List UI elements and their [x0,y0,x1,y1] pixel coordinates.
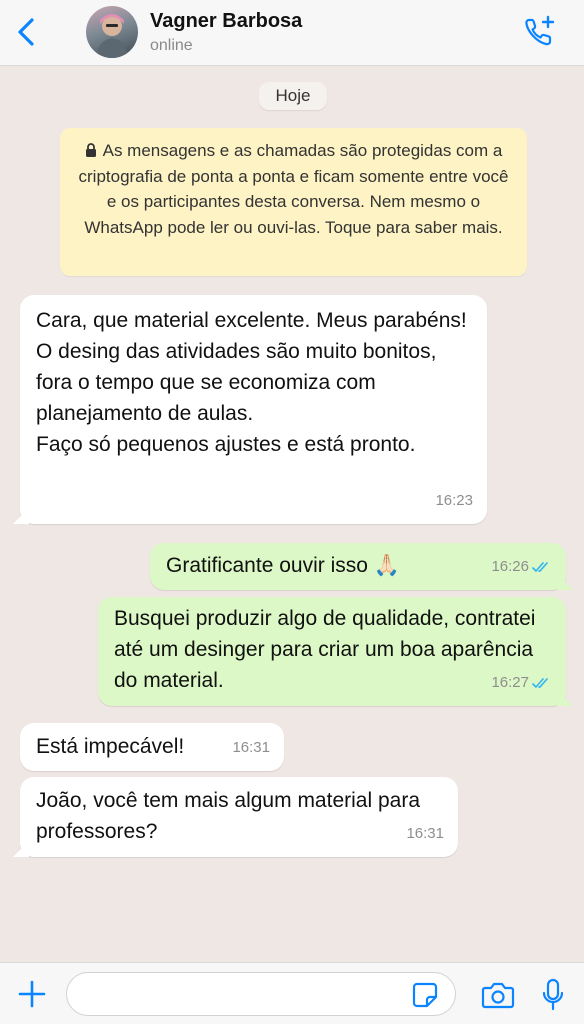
lock-icon [85,143,96,157]
avatar[interactable] [86,6,138,58]
attach-button[interactable] [14,976,50,1012]
bubble-tail [13,508,29,524]
message-text: Busquei produzir algo de qualidade, cont… [114,607,536,692]
message-time: 16:26 [491,558,529,575]
message-meta: 16:31 [406,818,444,849]
message-bubble-incoming[interactable]: Cara, que material excelente. Meus parab… [13,295,487,524]
back-button[interactable] [8,12,44,52]
message-time: 16:23 [435,492,473,509]
contact-name[interactable]: Vagner Barbosa [150,10,302,33]
contact-status: online [150,37,193,54]
bubble-tail [13,841,29,857]
message-meta: 16:27 [491,667,552,698]
message-time: 16:31 [406,825,444,842]
bubble-tail [557,574,573,590]
message-bubble-outgoing[interactable]: Gratificante ouvir isso 🙏🏻 16:26 [150,543,573,590]
camera-button[interactable] [478,977,518,1013]
message-text: João, você tem mais algum material para … [36,789,420,843]
encryption-notice[interactable]: As mensagens e as chamadas são protegida… [60,128,527,276]
sticker-button[interactable] [410,980,440,1010]
message-time: 16:27 [491,674,529,691]
message-time: 16:31 [232,739,270,756]
camera-icon [481,982,515,1009]
encryption-notice-text: As mensagens e as chamadas são protegida… [78,141,509,237]
message-input[interactable] [66,972,456,1016]
add-call-icon [525,15,555,46]
microphone-button[interactable] [536,975,570,1015]
message-bubble-outgoing[interactable]: Busquei produzir algo de qualidade, cont… [98,597,573,706]
plus-icon [18,980,46,1008]
sticker-icon [412,982,438,1008]
microphone-icon [542,978,564,1011]
message-meta: 16:23 [435,485,473,516]
message-bubble-incoming[interactable]: Está impecável! 16:31 [20,723,284,771]
double-check-icon [532,677,548,688]
message-meta: 16:26 [491,551,552,582]
message-text: Cara, que material excelente. Meus parab… [36,309,467,456]
chat-header: Vagner Barbosa online [0,0,584,66]
double-check-icon [532,561,548,572]
date-separator: Hoje [259,82,327,110]
add-call-button[interactable] [516,12,562,52]
bubble-tail [557,690,573,706]
avatar-photo [96,14,128,58]
message-meta: 16:31 [232,732,270,763]
message-bubble-incoming[interactable]: João, você tem mais algum material para … [13,777,458,857]
composer-bar [0,962,584,1024]
chevron-left-icon [18,18,34,46]
